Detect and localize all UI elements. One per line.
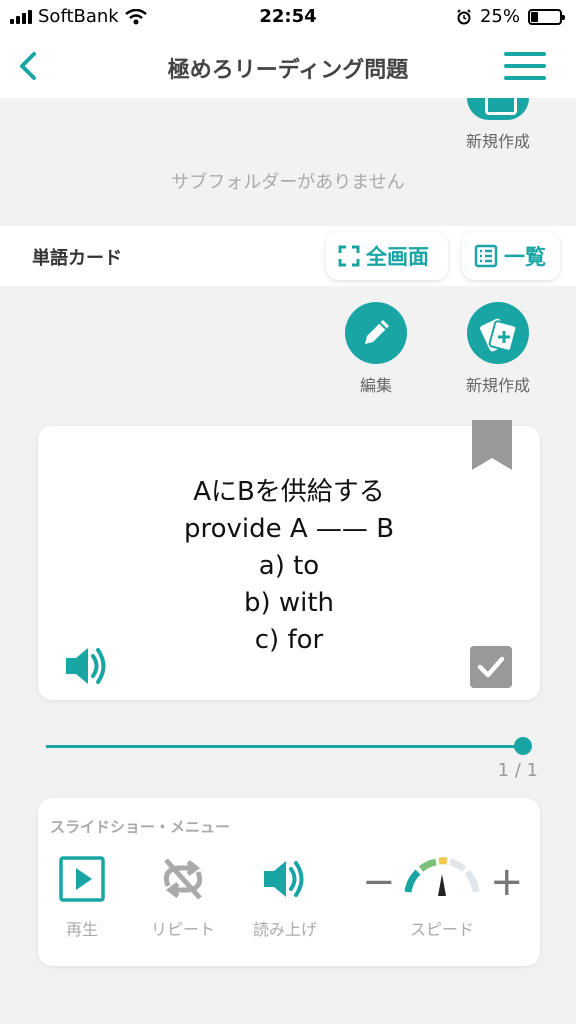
flashcard-line: c) for [254,625,324,655]
slideshow-title: スライドショー・メニュー [50,818,231,836]
menu-button[interactable] [504,52,546,80]
status-bar: SoftBank 22:54 25% [0,0,576,34]
repeat-off-icon [163,858,203,900]
hamburger-icon-line [504,52,546,56]
section-title: 単語カード [32,248,122,269]
hamburger-icon-line [504,64,546,68]
status-right: 25% [456,6,565,27]
page-counter: 1 / 1 [497,760,538,781]
list-icon [474,244,498,268]
edit-button[interactable]: 編集 [336,302,416,396]
flashcard-line: AにBを供給する [193,477,385,507]
speed-label: スピード [409,920,474,939]
bookmark-icon[interactable] [472,420,512,470]
speed-decrease-button[interactable]: − [362,862,396,902]
flashcard-line: a) to [258,551,320,581]
pencil-icon [345,302,407,364]
edit-label: 編集 [359,376,392,395]
card-section-header: 単語カード 全画面 一覧 [0,226,576,286]
repeat-label: リピート [150,920,215,939]
slider-track [46,745,524,748]
new-card-label: 新規作成 [465,376,530,395]
hamburger-icon-line [504,76,546,80]
speaker-icon[interactable] [64,644,110,688]
empty-subfolder-message: サブフォルダーがありません [171,172,405,193]
play-button[interactable]: 再生 [50,856,114,940]
alarm-icon [457,8,471,24]
fullscreen-label: 全画面 [366,245,429,269]
progress-slider[interactable] [46,736,532,756]
new-folder-button[interactable]: 新規作成 [458,98,538,152]
check-button[interactable] [470,646,512,688]
read-aloud-button[interactable]: 読み上げ [246,856,324,940]
new-folder-icon [467,98,529,120]
slideshow-menu: スライドショー・メニュー 再生 リピート 読み上げ − スピード + [38,798,540,966]
nav-bar: 極めろリーディング問題 [0,34,576,98]
check-icon [477,656,505,678]
add-card-icon [467,302,529,364]
new-folder-label: 新規作成 [465,132,530,151]
flashcard-line: provide A —— B [183,514,395,544]
list-label: 一覧 [504,245,546,269]
play-icon [59,856,105,902]
speed-gauge: スピード [400,856,484,940]
speedometer-icon [404,857,480,896]
speed-increase-button[interactable]: + [490,862,524,902]
battery-icon [528,8,565,25]
read-aloud-label: 読み上げ [252,920,317,939]
battery-percent: 25% [479,6,520,27]
repeat-button[interactable]: リピート [146,856,220,940]
speaker-icon [264,861,304,897]
fullscreen-button[interactable]: 全画面 [326,232,448,280]
flashcard[interactable]: AにBを供給する provide A —— B a) to b) with c)… [38,420,540,700]
slider-thumb[interactable] [514,737,532,755]
list-button[interactable]: 一覧 [462,232,560,280]
fullscreen-icon [338,245,360,267]
page-title: 極めろリーディング問題 [167,58,409,83]
new-card-button[interactable]: 新規作成 [458,302,538,396]
play-label: 再生 [65,920,98,939]
flashcard-content: AにBを供給する provide A —— B a) to b) with c)… [38,474,540,659]
flashcard-line: b) with [243,588,335,618]
